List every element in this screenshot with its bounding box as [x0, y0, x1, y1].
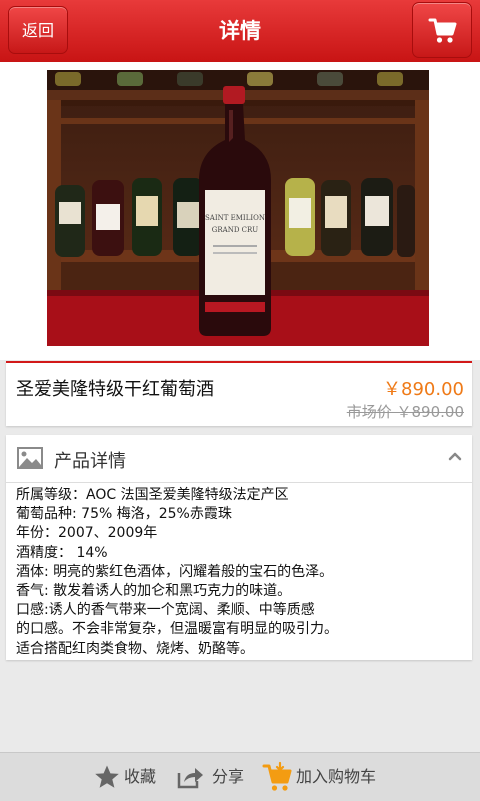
detail-line: 的口感。不会非常复杂，但温暖富有明显的吸引力。: [16, 621, 338, 638]
chevron-up-icon[interactable]: [448, 451, 462, 461]
product-info-card: 圣爱美隆特级干红葡萄酒 ￥890.00 市场价 ￥890.00: [6, 361, 472, 426]
detail-line: 所属等级：AOC 法国圣爱美隆特级法定产区: [16, 487, 289, 503]
top-nav-bar: 返回 详情: [0, 0, 480, 63]
wine-bottle-image: SAINT EMILION GRAND CRU: [47, 70, 429, 346]
cart-button[interactable]: [412, 2, 472, 58]
detail-line: 酒体: 明亮的紫红色酒体，闪耀着般的宝石的色泽。: [16, 563, 334, 580]
share-label: 分享: [212, 767, 245, 786]
star-icon: [95, 765, 119, 788]
product-price: ￥890.00: [383, 379, 464, 400]
details-text: 所属等级：AOC 法国圣爱美隆特级法定产区 葡萄品种: 75% 梅洛，25%赤霞…: [16, 486, 466, 659]
bottom-action-bar: 收藏 分享 加入购物车: [0, 752, 480, 801]
add-to-cart-button[interactable]: 加入购物车: [262, 753, 392, 801]
product-gallery[interactable]: SAINT EMILION GRAND CRU: [0, 62, 480, 416]
product-name: 圣爱美隆特级干红葡萄酒: [16, 379, 214, 400]
detail-line: 年份：2007、2009年: [16, 525, 158, 542]
details-section-title: 产品详情: [54, 451, 126, 472]
detail-line: 葡萄品种: 75% 梅洛，25%赤霞珠: [16, 506, 232, 523]
details-section-header[interactable]: 产品详情: [6, 435, 472, 483]
detail-line: 适合搭配红肉类食物、烧烤、奶酪等。: [16, 640, 254, 657]
detail-line: 口感:诱人的香气带来一个宽阔、柔顺、中等质感: [16, 602, 315, 619]
market-price: 市场价 ￥890.00: [346, 403, 464, 421]
favorite-button[interactable]: 收藏: [94, 753, 166, 801]
detail-line: 香气: 散发着诱人的加仑和黑巧克力的味道。: [16, 583, 292, 600]
share-icon: [177, 768, 203, 789]
bottle-label-line2: GRAND CRU: [212, 226, 259, 234]
shopping-cart-icon: [428, 18, 457, 43]
favorite-label: 收藏: [124, 767, 157, 786]
bottle-label-line1: SAINT EMILION: [205, 214, 265, 222]
add-cart-icon: [262, 761, 292, 791]
image-icon: [17, 447, 43, 469]
product-photo[interactable]: SAINT EMILION GRAND CRU: [47, 70, 429, 346]
add-to-cart-label: 加入购物车: [296, 767, 377, 786]
page-title: 详情: [219, 19, 261, 43]
product-details-card: 产品详情 所属等级：AOC 法国圣爱美隆特级法定产区 葡萄品种: 75% 梅洛，…: [6, 435, 472, 660]
share-button[interactable]: 分享: [176, 753, 252, 801]
detail-line: 酒精度： 14%: [16, 544, 108, 561]
